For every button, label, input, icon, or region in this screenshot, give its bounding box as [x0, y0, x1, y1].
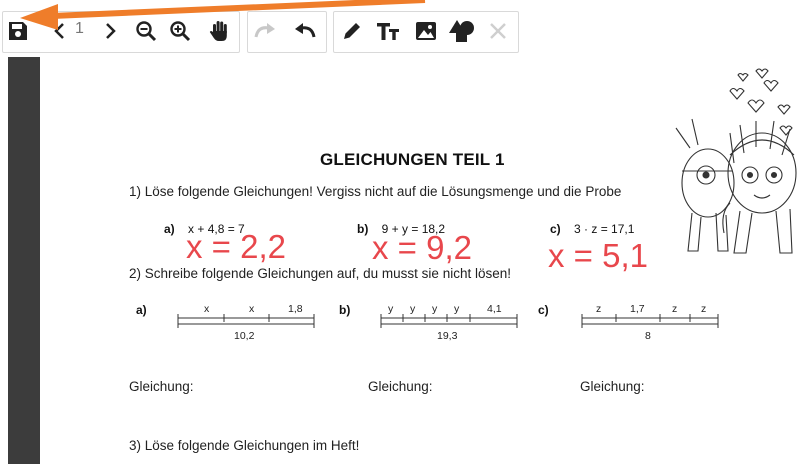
- close-button[interactable]: [484, 16, 512, 46]
- task-1-instruction: 1) Löse folgende Gleichungen! Vergiss ni…: [129, 184, 622, 199]
- bar-a-segment-2: x: [249, 303, 255, 315]
- redo-icon: [254, 23, 275, 38]
- page-number[interactable]: 1: [75, 20, 84, 38]
- hand-icon: [209, 21, 227, 41]
- bar-model-a-letter: a): [136, 303, 147, 317]
- task-3-instruction: 3) Löse folgende Gleichungen im Heft!: [129, 438, 360, 453]
- bar-model-b-letter: b): [339, 303, 351, 317]
- bar-c-segment-1: z: [596, 303, 601, 315]
- equation-c-text: 3 · z = 17,1: [574, 222, 635, 236]
- equation-c: c) 3 · z = 17,1: [550, 222, 634, 236]
- gleichung-label-c: Gleichung:: [580, 379, 645, 394]
- redo-button[interactable]: [252, 16, 280, 46]
- viewer-sidebar: [8, 57, 40, 464]
- pencil-icon: [344, 23, 360, 39]
- hand-tool-button[interactable]: [206, 16, 234, 46]
- text-size-icon: [377, 23, 399, 40]
- equation-a-label: a): [164, 222, 175, 236]
- zoom-in-icon: [170, 21, 191, 42]
- toolbar: 1: [0, 0, 800, 57]
- bar-c-segment-2: 1,7: [630, 303, 645, 315]
- handwritten-answer-c: x = 5,1: [548, 237, 648, 274]
- document-page[interactable]: GLEICHUNGEN TEIL 1 1) Löse folgende Glei…: [40, 57, 800, 464]
- handwritten-answer-b: x = 9,2: [372, 229, 472, 266]
- bar-a-segment-3: 1,8: [288, 303, 303, 315]
- bar-c-total: 8: [645, 330, 651, 342]
- close-icon: [490, 23, 506, 39]
- task-2-instruction: 2) Schreibe folgende Gleichungen auf, du…: [129, 266, 511, 281]
- bar-b-segment-2: y: [410, 303, 416, 315]
- undo-icon: [295, 23, 316, 38]
- text-tool-button[interactable]: [374, 16, 402, 46]
- bar-model-b: y y y y 4,1 19,3: [380, 303, 518, 342]
- bar-model-a-label: a): [136, 303, 147, 317]
- zoom-out-button[interactable]: [132, 16, 160, 46]
- zoom-in-button[interactable]: [166, 16, 194, 46]
- bar-model-a: x x 1,8 10,2: [177, 303, 315, 342]
- equation-c-label: c): [550, 222, 561, 236]
- prev-page-icon: [54, 23, 64, 39]
- minion-illustration: [675, 68, 797, 254]
- save-button[interactable]: [4, 16, 32, 46]
- bar-b-segment-4: y: [454, 303, 460, 315]
- bar-b-segment-5: 4,1: [487, 303, 502, 315]
- shapes-icon: [449, 20, 474, 42]
- save-icon: [9, 22, 27, 40]
- zoom-out-icon: [136, 21, 157, 42]
- prev-page-button[interactable]: [46, 16, 74, 46]
- bar-model-c-label: c): [538, 303, 549, 317]
- image-tool-button[interactable]: [412, 16, 440, 46]
- equation-b-label: b): [357, 222, 369, 236]
- bar-c-segment-4: z: [701, 303, 706, 315]
- next-page-icon: [106, 23, 116, 39]
- handwritten-answer-a: x = 2,2: [186, 228, 286, 265]
- gleichung-label-a: Gleichung:: [129, 379, 194, 394]
- image-icon: [416, 22, 436, 40]
- bar-b-total: 19,3: [437, 330, 458, 342]
- gleichung-label-b: Gleichung:: [368, 379, 433, 394]
- bar-b-segment-3: y: [432, 303, 438, 315]
- bar-a-segment-1: x: [204, 303, 210, 315]
- worksheet-title: GLEICHUNGEN TEIL 1: [320, 150, 505, 169]
- shapes-tool-button[interactable]: [448, 16, 476, 46]
- next-page-button[interactable]: [96, 16, 124, 46]
- undo-button[interactable]: [290, 16, 318, 46]
- bar-model-c: z 1,7 z z 8: [581, 303, 719, 342]
- bar-model-c-letter: c): [538, 303, 549, 317]
- bar-c-segment-3: z: [672, 303, 677, 315]
- bar-a-total: 10,2: [234, 330, 255, 342]
- pencil-button[interactable]: [338, 16, 366, 46]
- bar-b-segment-1: y: [388, 303, 394, 315]
- bar-model-b-label: b): [339, 303, 350, 317]
